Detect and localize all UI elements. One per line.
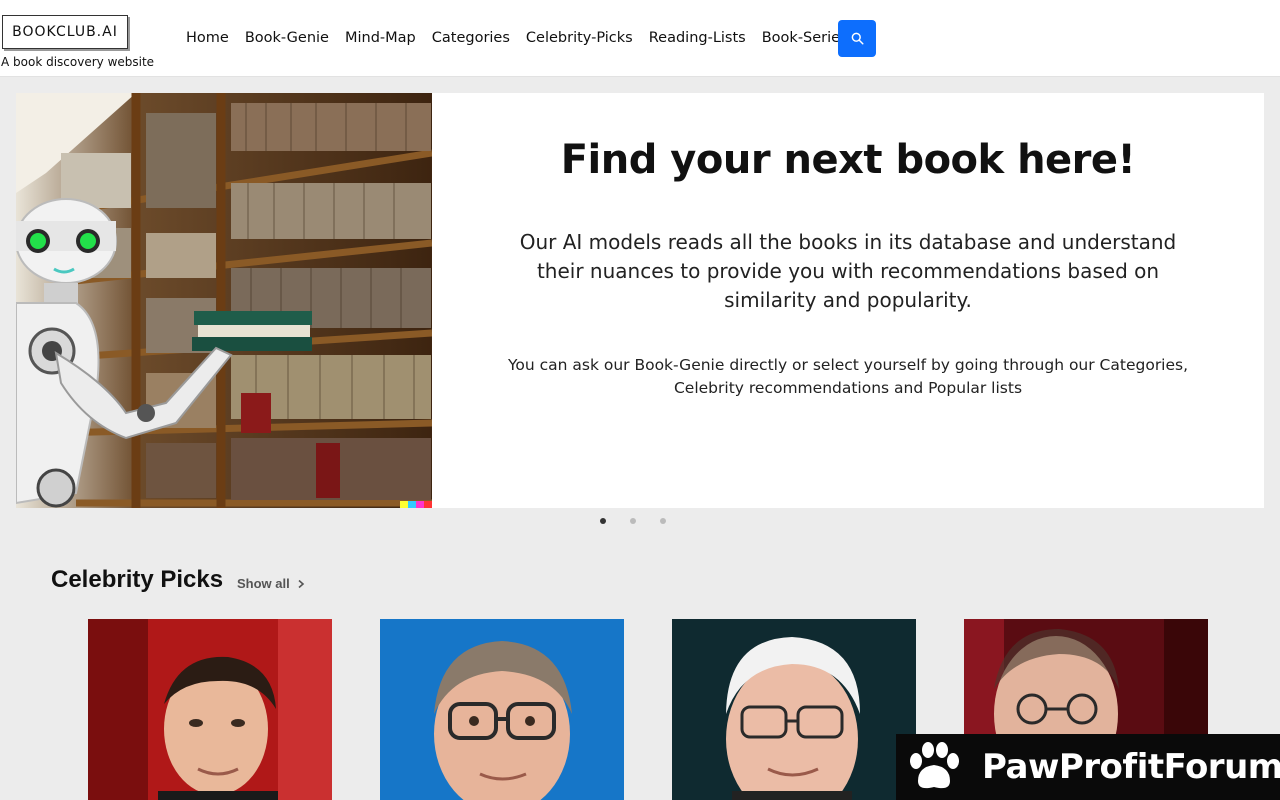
celebrity-portrait-2 [380, 619, 624, 800]
carousel-indicators [600, 518, 666, 524]
site-header: BOOKCLUB.AI A book discovery website Hom… [0, 0, 1280, 77]
watermark-text: PawProfitForum [982, 747, 1280, 787]
carousel-dot-3[interactable] [660, 518, 666, 524]
nav-book-genie[interactable]: Book-Genie [245, 30, 329, 46]
chevron-right-icon [298, 579, 305, 589]
hero-subtext: You can ask our Book-Genie directly or s… [507, 356, 1189, 397]
search-button[interactable] [838, 20, 876, 57]
nav-home[interactable]: Home [186, 30, 229, 46]
nav-reading-lists[interactable]: Reading-Lists [649, 30, 746, 46]
hero-title: Find your next book here! [560, 137, 1136, 183]
nav-mind-map[interactable]: Mind-Map [345, 30, 416, 46]
paw-icon [910, 742, 959, 789]
carousel-dot-2[interactable] [630, 518, 636, 524]
hero-description: Our AI models reads all the books in its… [519, 230, 1177, 312]
celebrity-card-2[interactable] [380, 619, 624, 800]
site-tagline: A book discovery website [1, 55, 155, 69]
nav-categories[interactable]: Categories [432, 30, 510, 46]
show-all-label: Show all [237, 576, 290, 591]
nav-book-series[interactable]: Book-Series [762, 30, 848, 46]
celebrity-card-1[interactable] [88, 619, 332, 800]
hero-carousel[interactable]: Find your next book here! Our AI models … [16, 93, 1264, 508]
hero-robot-library-image [16, 93, 432, 508]
watermark-banner: PawProfitForum [896, 734, 1280, 800]
celebrity-picks-title: Celebrity Picks [51, 566, 224, 593]
celebrity-portrait-1 [88, 619, 332, 800]
search-icon [851, 32, 864, 45]
celebrity-portrait-3 [672, 619, 916, 800]
main-nav: Home Book-Genie Mind-Map Categories Cele… [186, 30, 848, 46]
nav-celebrity-picks[interactable]: Celebrity-Picks [526, 30, 633, 46]
show-all-link[interactable]: Show all [237, 576, 306, 591]
site-logo[interactable]: BOOKCLUB.AI [2, 15, 128, 49]
celebrity-card-3[interactable] [672, 619, 916, 800]
carousel-dot-1[interactable] [600, 518, 606, 524]
